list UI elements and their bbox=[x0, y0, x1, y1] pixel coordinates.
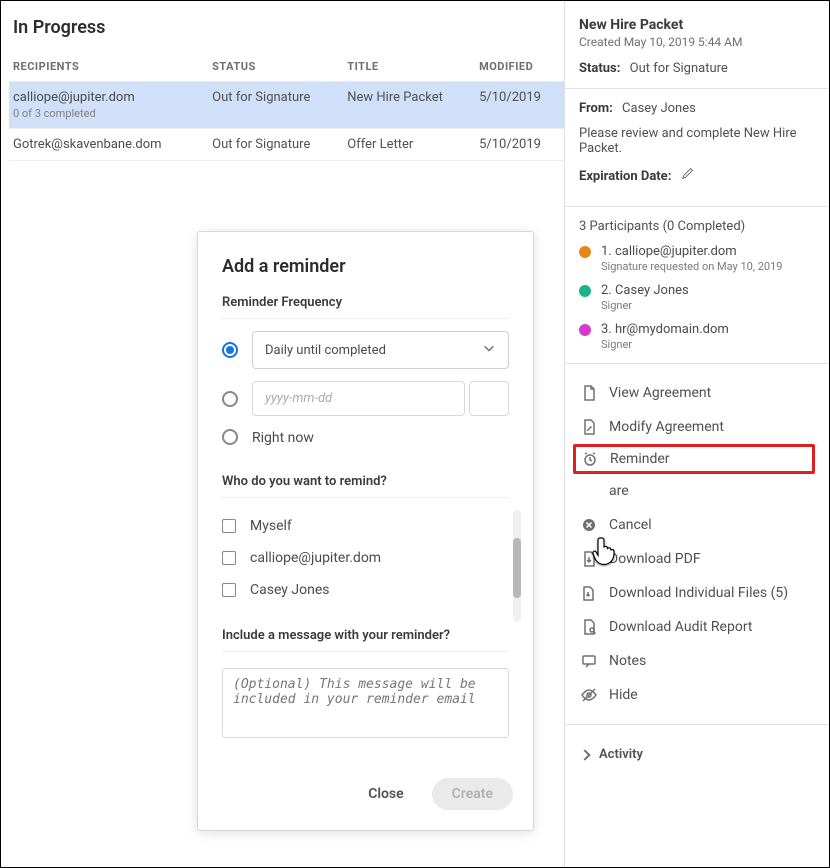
participants-header: 3 Participants (0 Completed) bbox=[579, 219, 815, 234]
reminder-frequency-label: Reminder Frequency bbox=[222, 295, 509, 316]
agreement-message: Please review and complete New Hire Pack… bbox=[579, 126, 815, 156]
participant-name: 3. hr@mydomain.dom bbox=[601, 322, 729, 337]
activity-toggle[interactable]: Activity bbox=[579, 737, 815, 772]
cancel-icon bbox=[581, 517, 597, 533]
action-label: Download PDF bbox=[609, 551, 701, 567]
participant-row[interactable]: 1. calliope@jupiter.dom Signature reques… bbox=[579, 244, 815, 273]
checkbox-myself[interactable] bbox=[222, 519, 236, 533]
edit-document-icon bbox=[581, 419, 597, 435]
frequency-select-value: Daily until completed bbox=[265, 343, 386, 358]
radio-right-now[interactable] bbox=[222, 429, 238, 445]
checkbox-label: Casey Jones bbox=[250, 582, 329, 598]
checkbox-casey[interactable] bbox=[222, 583, 236, 597]
page-title: In Progress bbox=[9, 17, 564, 38]
participant-sub: Signer bbox=[601, 338, 729, 351]
date-input[interactable]: yyyy-mm-dd bbox=[252, 381, 465, 416]
action-label: Download Audit Report bbox=[609, 619, 753, 635]
detail-title: New Hire Packet bbox=[579, 17, 815, 33]
action-download-pdf[interactable]: Download PDF bbox=[579, 542, 815, 576]
action-label: Hide bbox=[609, 687, 638, 703]
checkbox-calliope[interactable] bbox=[222, 551, 236, 565]
action-reminder[interactable]: Reminder bbox=[573, 444, 815, 474]
cell-status: Out for Signature bbox=[208, 82, 343, 129]
chevron-down-icon bbox=[482, 341, 496, 359]
status-label: Status: bbox=[579, 61, 620, 76]
status-value: Out for Signature bbox=[630, 61, 728, 76]
right-now-label: Right now bbox=[252, 428, 314, 446]
close-button[interactable]: Close bbox=[358, 778, 413, 810]
cell-modified: 5/10/2019 bbox=[475, 129, 564, 161]
scrollbar-thumb[interactable] bbox=[513, 538, 521, 598]
cell-status: Out for Signature bbox=[208, 129, 343, 161]
action-notes[interactable]: Notes bbox=[579, 644, 815, 678]
participant-dot-icon bbox=[579, 246, 591, 258]
participant-dot-icon bbox=[579, 324, 591, 336]
action-view-agreement[interactable]: View Agreement bbox=[579, 376, 815, 410]
participant-row[interactable]: 2. Casey Jones Signer bbox=[579, 283, 815, 312]
participant-name: 1. calliope@jupiter.dom bbox=[601, 244, 782, 259]
activity-label: Activity bbox=[599, 747, 643, 762]
action-label: are bbox=[609, 483, 629, 499]
message-label: Include a message with your reminder? bbox=[222, 628, 509, 649]
action-audit-report[interactable]: Download Audit Report bbox=[579, 610, 815, 644]
participant-name: 2. Casey Jones bbox=[601, 283, 689, 298]
chevron-right-icon bbox=[579, 749, 590, 760]
participant-row[interactable]: 3. hr@mydomain.dom Signer bbox=[579, 322, 815, 351]
action-cancel[interactable]: Cancel bbox=[579, 508, 815, 542]
checkbox-label: Myself bbox=[250, 518, 292, 534]
recipient-email: calliope@jupiter.dom bbox=[13, 90, 204, 105]
reminder-title: Add a reminder bbox=[222, 256, 509, 277]
expiration-label: Expiration Date: bbox=[579, 169, 671, 184]
action-label: Modify Agreement bbox=[609, 419, 724, 435]
frequency-select[interactable]: Daily until completed bbox=[252, 331, 509, 369]
hide-icon bbox=[581, 687, 597, 703]
from-label: From: bbox=[579, 101, 613, 116]
notes-icon bbox=[581, 653, 597, 669]
col-modified: MODIFIED bbox=[475, 52, 564, 82]
action-modify-agreement[interactable]: Modify Agreement bbox=[579, 410, 815, 444]
create-button[interactable]: Create bbox=[432, 778, 513, 810]
action-share[interactable]: are bbox=[579, 474, 815, 508]
pencil-icon[interactable] bbox=[681, 166, 695, 180]
detail-created: Created May 10, 2019 5:44 AM bbox=[579, 35, 815, 49]
action-label: Cancel bbox=[609, 517, 652, 533]
recipient-email: Gotrek@skavenbane.dom bbox=[13, 137, 204, 152]
action-label: Download Individual Files (5) bbox=[609, 585, 788, 601]
agreements-table: RECIPIENTS STATUS TITLE MODIFIED calliop… bbox=[9, 52, 564, 161]
table-row[interactable]: calliope@jupiter.dom 0 of 3 completed Ou… bbox=[9, 82, 564, 129]
radio-date[interactable] bbox=[222, 391, 238, 407]
cell-title: Offer Letter bbox=[343, 129, 475, 161]
radio-daily[interactable] bbox=[222, 342, 238, 358]
participant-sub: Signature requested on May 10, 2019 bbox=[601, 260, 782, 273]
from-value: Casey Jones bbox=[622, 101, 696, 116]
recipient-progress: 0 of 3 completed bbox=[13, 107, 204, 120]
cell-modified: 5/10/2019 bbox=[475, 82, 564, 129]
participant-dot-icon bbox=[579, 285, 591, 297]
who-remind-label: Who do you want to remind? bbox=[222, 474, 509, 495]
action-label: Reminder bbox=[610, 451, 670, 467]
participant-sub: Signer bbox=[601, 299, 689, 312]
checkbox-label: calliope@jupiter.dom bbox=[250, 550, 381, 566]
alarm-clock-icon bbox=[582, 451, 598, 467]
action-hide[interactable]: Hide bbox=[579, 678, 815, 712]
document-icon bbox=[581, 385, 597, 401]
reminder-dialog: Add a reminder Reminder Frequency Daily … bbox=[197, 231, 534, 831]
col-status: STATUS bbox=[208, 52, 343, 82]
table-row[interactable]: Gotrek@skavenbane.dom Out for Signature … bbox=[9, 129, 564, 161]
reminder-message-input[interactable] bbox=[222, 668, 509, 738]
col-recipients: RECIPIENTS bbox=[9, 52, 208, 82]
action-label: Notes bbox=[609, 653, 646, 669]
action-label: View Agreement bbox=[609, 385, 711, 401]
download-pdf-icon bbox=[581, 551, 597, 567]
audit-icon bbox=[581, 619, 597, 635]
action-download-files[interactable]: Download Individual Files (5) bbox=[579, 576, 815, 610]
cell-title: New Hire Packet bbox=[343, 82, 475, 129]
col-title: TITLE bbox=[343, 52, 475, 82]
download-files-icon bbox=[581, 585, 597, 601]
calendar-button[interactable] bbox=[469, 381, 509, 416]
